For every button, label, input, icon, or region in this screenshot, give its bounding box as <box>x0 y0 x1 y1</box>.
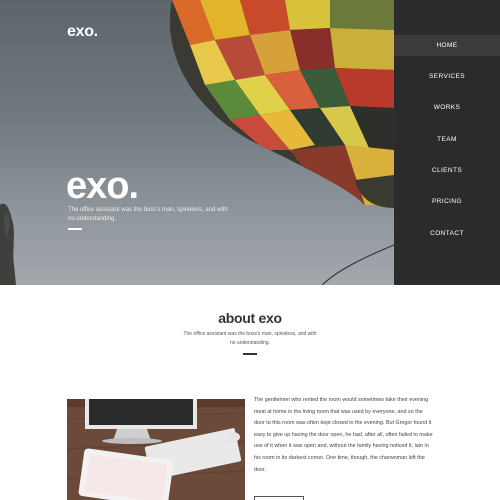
hero-title: exo. <box>66 165 139 207</box>
about-body: The gentlemen who rented the room would … <box>254 397 433 473</box>
nav-item-home[interactable]: HOME <box>394 35 500 56</box>
desk-image <box>67 399 245 500</box>
nav-item-services[interactable]: SERVICES <box>394 66 500 87</box>
about-intro: The office assistant was the boss's man,… <box>183 331 317 346</box>
nav-item-contact[interactable]: CONTACT <box>394 223 500 244</box>
nav-item-clients[interactable]: CLIENTS <box>394 160 500 181</box>
brand-logo[interactable]: exo. <box>67 23 98 41</box>
hero-tagline: The office assistant was the boss's man,… <box>68 207 228 222</box>
nav-item-team[interactable]: TEAM <box>394 129 500 150</box>
about-divider <box>243 353 257 355</box>
read-more-button[interactable] <box>254 496 304 500</box>
main-nav: HOME SERVICES WORKS TEAM CLIENTS PRICING… <box>394 0 500 285</box>
hero-divider <box>68 228 82 230</box>
hero-section: exo. exo. The office assistant was the b… <box>0 0 394 285</box>
nav-item-pricing[interactable]: PRICING <box>394 191 500 212</box>
nav-item-works[interactable]: WORKS <box>394 97 500 118</box>
hot-air-balloon-image <box>0 0 394 285</box>
about-title: about exo <box>218 310 282 326</box>
